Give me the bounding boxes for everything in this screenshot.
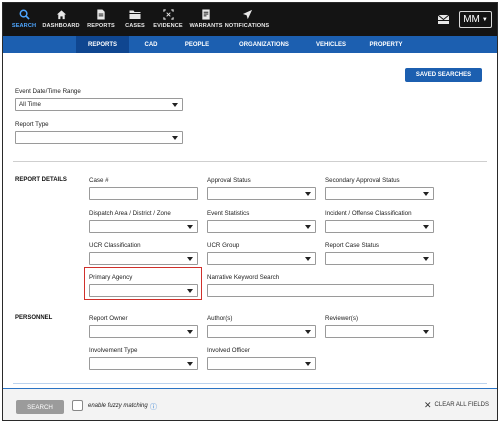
narrative-keyword-label: Narrative Keyword Search (207, 274, 280, 281)
involved-officer-label: Involved Officer (207, 347, 250, 354)
tab-property[interactable]: PROPERTY (359, 36, 413, 53)
chevron-down-icon (423, 225, 429, 229)
nav-dashboard[interactable]: DASHBOARD (39, 3, 83, 36)
sub-tabs: REPORTS CAD PEOPLE ORGANIZATIONS VEHICLE… (3, 36, 497, 53)
report-details-heading: REPORT DETAILS (15, 177, 67, 183)
document-icon (97, 9, 105, 20)
chevron-down-icon: ▼ (481, 16, 488, 23)
chevron-down-icon (423, 257, 429, 261)
approval-status-select[interactable] (207, 187, 316, 200)
help-icon[interactable]: ⓘ (150, 402, 157, 412)
tab-reports[interactable]: REPORTS (76, 36, 129, 53)
event-statistics-label: Event Statistics (207, 210, 250, 217)
dispatch-area-label: Dispatch Area / District / Zone (89, 210, 171, 217)
authors-label: Author(s) (207, 315, 233, 322)
nav-dashboard-label: DASHBOARD (42, 23, 80, 29)
top-nav: SEARCH DASHBOARD REPORTS CASES EVIDENCE … (3, 3, 497, 36)
ucr-group-select[interactable] (207, 252, 316, 265)
involvement-type-select[interactable] (89, 357, 198, 370)
report-type-select[interactable] (15, 131, 183, 144)
clear-all-fields-button[interactable]: ✕ CLEAR ALL FIELDS (423, 400, 489, 410)
chevron-down-icon (305, 225, 311, 229)
chevron-down-icon (187, 225, 193, 229)
chevron-down-icon (172, 103, 178, 107)
chevron-down-icon (305, 257, 311, 261)
nav-cases[interactable]: CASES (121, 3, 149, 36)
secondary-approval-select[interactable] (325, 187, 434, 200)
ucr-classification-select[interactable] (89, 252, 198, 265)
ucr-classification-label: UCR Classification (89, 242, 141, 249)
involved-officer-select[interactable] (207, 357, 316, 370)
report-owner-label: Report Owner (89, 315, 128, 322)
dispatch-area-select[interactable] (89, 220, 198, 233)
narrative-keyword-input[interactable] (207, 284, 434, 297)
search-icon (19, 9, 30, 20)
nav-evidence[interactable]: EVIDENCE (151, 3, 185, 36)
incident-offense-label: Incident / Offense Classification (325, 210, 412, 217)
nav-notifications-label: NOTIFICATIONS (224, 23, 270, 29)
chevron-down-icon (305, 362, 311, 366)
evidence-icon (162, 9, 174, 20)
nav-evidence-label: EVIDENCE (153, 23, 183, 29)
tab-organizations[interactable]: ORGANIZATIONS (225, 36, 303, 53)
authors-select[interactable] (207, 325, 316, 338)
case-number-input[interactable] (89, 187, 198, 200)
send-icon (242, 9, 252, 20)
folder-icon (129, 10, 141, 19)
fuzzy-matching-label: enable fuzzy matching (88, 403, 148, 409)
saved-searches-button[interactable]: SAVED SEARCHES (405, 68, 482, 82)
event-date-label: Event Date/Time Range (15, 88, 81, 95)
tab-cad[interactable]: CAD (130, 36, 172, 53)
report-type-label: Report Type (15, 121, 49, 128)
fuzzy-matching-checkbox[interactable] (72, 400, 83, 411)
app-window: SEARCH DASHBOARD REPORTS CASES EVIDENCE … (2, 2, 498, 421)
chevron-down-icon (423, 330, 429, 334)
nav-reports-label: REPORTS (87, 23, 115, 29)
tab-people[interactable]: PEOPLE (173, 36, 221, 53)
user-initials: MM (463, 14, 480, 25)
section-divider (13, 383, 487, 384)
case-number-label: Case # (89, 177, 109, 184)
event-date-value: All Time (19, 101, 42, 108)
personnel-heading: PERSONNEL (15, 315, 53, 321)
report-owner-select[interactable] (89, 325, 198, 338)
ucr-group-label: UCR Group (207, 242, 240, 249)
report-case-status-label: Report Case Status (325, 242, 379, 249)
close-icon: ✕ (423, 400, 432, 410)
chevron-down-icon (187, 257, 193, 261)
nav-reports[interactable]: REPORTS (85, 3, 117, 36)
report-case-status-select[interactable] (325, 252, 434, 265)
warrant-icon (202, 9, 210, 20)
event-date-select[interactable]: All Time (15, 98, 183, 111)
bottom-action-bar: SEARCH enable fuzzy matching ⓘ ✕ CLEAR A… (3, 388, 497, 420)
search-button[interactable]: SEARCH (16, 400, 64, 414)
home-icon (56, 10, 66, 20)
nav-warrants[interactable]: WARRANTS (188, 3, 224, 36)
event-statistics-select[interactable] (207, 220, 316, 233)
inbox-icon[interactable] (437, 14, 450, 25)
nav-search[interactable]: SEARCH (9, 3, 39, 36)
reviewers-label: Reviewer(s) (325, 315, 359, 322)
involvement-type-label: Involvement Type (89, 347, 138, 354)
approval-status-label: Approval Status (207, 177, 251, 184)
primary-agency-highlight (84, 267, 202, 300)
chevron-down-icon (423, 192, 429, 196)
nav-notifications[interactable]: NOTIFICATIONS (223, 3, 271, 36)
nav-cases-label: CASES (125, 23, 145, 29)
user-menu-button[interactable]: MM ▼ (459, 11, 492, 28)
chevron-down-icon (172, 136, 178, 140)
chevron-down-icon (305, 330, 311, 334)
clear-all-fields-label: CLEAR ALL FIELDS (434, 402, 489, 408)
chevron-down-icon (187, 362, 193, 366)
nav-search-label: SEARCH (11, 23, 37, 29)
search-form: SAVED SEARCHES Event Date/Time Range All… (3, 53, 497, 384)
nav-warrants-label: WARRANTS (189, 23, 223, 29)
secondary-approval-label: Secondary Approval Status (325, 177, 400, 184)
chevron-down-icon (305, 192, 311, 196)
section-divider (13, 161, 487, 162)
chevron-down-icon (187, 330, 193, 334)
tab-vehicles[interactable]: VEHICLES (306, 36, 356, 53)
reviewers-select[interactable] (325, 325, 434, 338)
incident-offense-select[interactable] (325, 220, 434, 233)
